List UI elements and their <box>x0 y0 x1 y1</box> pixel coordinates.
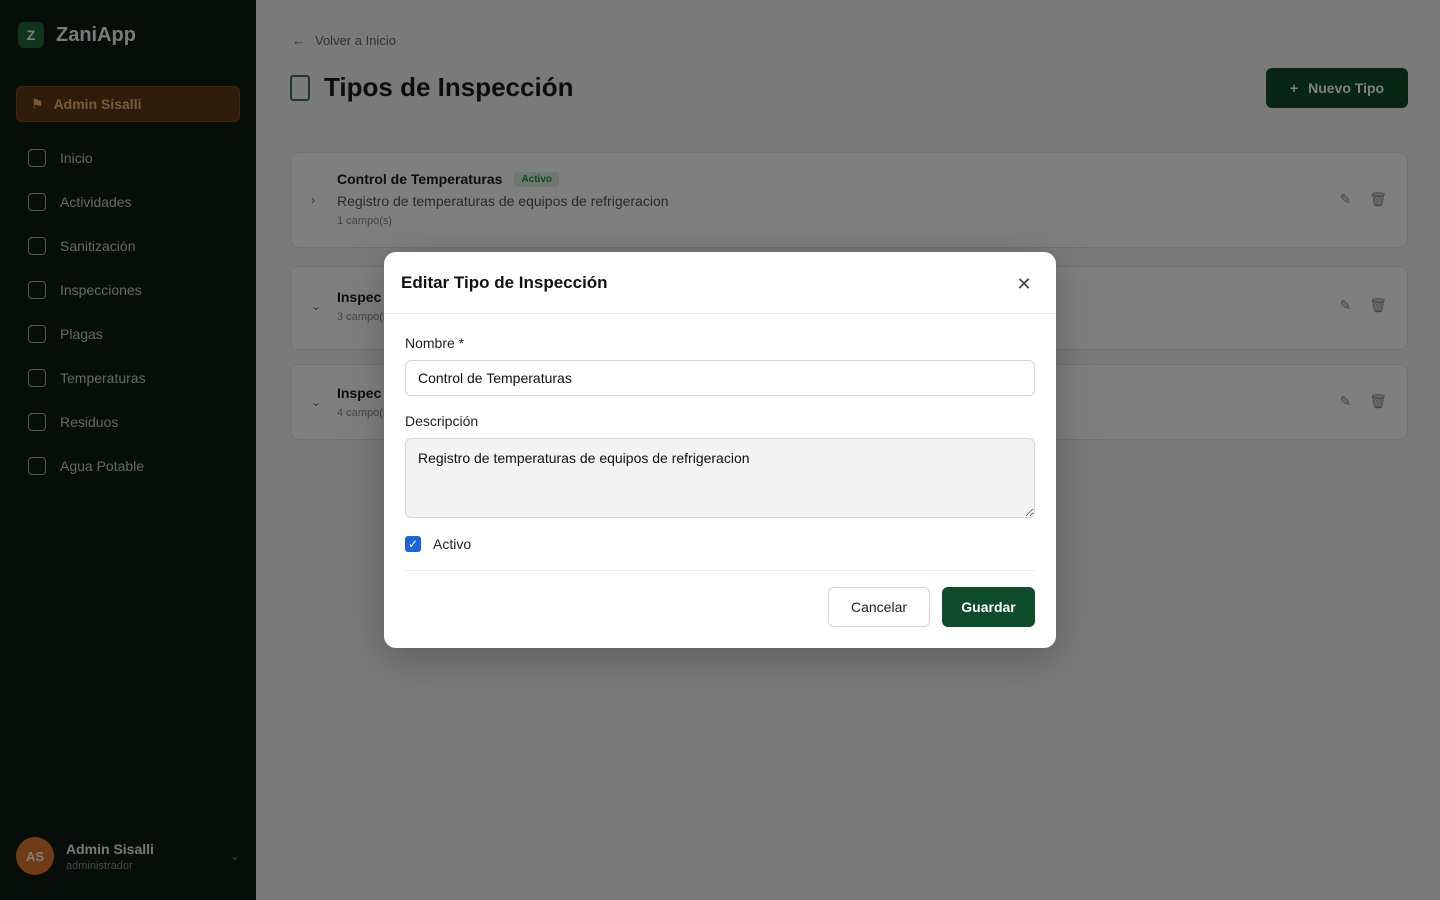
edit-inspection-type-modal: Editar Tipo de Inspección ✕ Nombre * Des… <box>384 252 1056 648</box>
active-toggle-row: ✓ Activo <box>405 536 471 552</box>
close-icon: ✕ <box>1016 274 1032 294</box>
modal-header: Editar Tipo de Inspección ✕ <box>384 252 1056 314</box>
close-button[interactable]: ✕ <box>1012 272 1036 296</box>
description-label: Descripción <box>405 413 479 429</box>
name-label: Nombre * <box>405 335 465 351</box>
active-checkbox[interactable]: ✓ <box>405 536 421 552</box>
cancel-button[interactable]: Cancelar <box>828 587 930 627</box>
divider <box>405 570 1035 571</box>
active-label: Activo <box>433 536 472 552</box>
description-textarea[interactable]: Registro de temperaturas de equipos de r… <box>405 438 1035 518</box>
save-button[interactable]: Guardar <box>942 587 1035 627</box>
name-input[interactable] <box>405 360 1035 396</box>
modal-title: Editar Tipo de Inspección <box>401 273 608 292</box>
